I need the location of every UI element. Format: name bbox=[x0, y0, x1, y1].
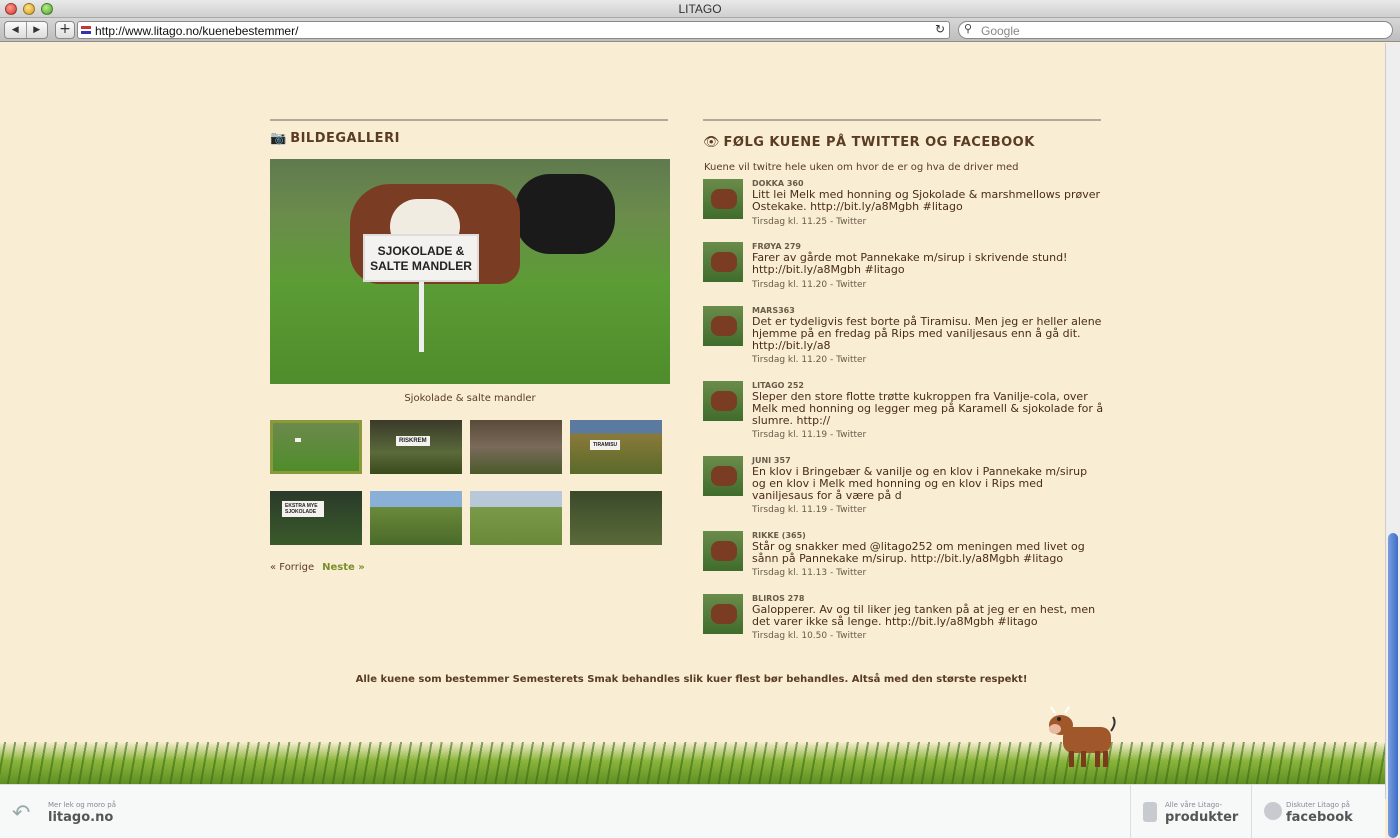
avatar bbox=[703, 456, 743, 496]
black-cow-shape bbox=[515, 174, 615, 254]
tweet-text: En klov i Bringebær & vanilje og en klov… bbox=[752, 465, 1088, 502]
gallery-thumb-5[interactable]: EKSTRA MYE SJOKOLADE bbox=[270, 491, 362, 545]
thumb-label bbox=[500, 438, 506, 442]
add-bookmark-button[interactable]: + bbox=[55, 21, 75, 39]
tweet-text: Det er tydeligvis fest borte på Tiramisu… bbox=[752, 315, 1102, 352]
respect-note: Alle kuene som bestemmer Semesterets Sma… bbox=[355, 674, 1028, 685]
tweet-text: Sleper den store flotte trøtte kukroppen… bbox=[752, 390, 1104, 427]
reload-icon[interactable]: ↻ bbox=[935, 22, 945, 36]
gallery-thumb-8[interactable] bbox=[570, 491, 662, 545]
facebook-icon bbox=[1264, 802, 1282, 820]
facebook-big-text: facebook bbox=[1286, 810, 1353, 825]
gallery-section-header: 📷 BILDEGALLERI bbox=[270, 119, 668, 146]
tweet-item: DOKKA 360 Litt lei Melk med honning og S… bbox=[703, 179, 1103, 239]
tweet-author[interactable]: LITAGO 252 bbox=[752, 381, 804, 390]
tweet-text: Litt lei Melk med honning og Sjokolade &… bbox=[752, 188, 1101, 213]
avatar bbox=[703, 381, 743, 421]
page-scrollbar[interactable] bbox=[1385, 43, 1400, 838]
tweet-author[interactable]: BLIROS 278 bbox=[752, 594, 804, 603]
tweet-meta: Tirsdag kl. 11.20 - Twitter bbox=[752, 280, 867, 290]
tweet-meta: Tirsdag kl. 11.20 - Twitter bbox=[752, 355, 867, 365]
gallery-thumb-7[interactable] bbox=[470, 491, 562, 545]
bottom-bar: ↶ Mer lek og moro på litago.no Alle våre… bbox=[0, 784, 1385, 838]
address-text: http://www.litago.no/kuenebestemmer/ bbox=[95, 24, 299, 38]
tweet-text: Står og snakker med @litago252 om mening… bbox=[752, 540, 1085, 565]
thumb-label: TIRAMISU bbox=[590, 440, 621, 450]
tweet-author[interactable]: MARS363 bbox=[752, 306, 795, 315]
social-intro: Kuene vil twitre hele uken om hvor de er… bbox=[704, 162, 1019, 173]
gallery-heading: BILDEGALLERI bbox=[290, 131, 400, 146]
gallery-thumb-2[interactable]: RISKREM bbox=[370, 420, 462, 474]
thumb-label bbox=[295, 438, 301, 442]
prev-link[interactable]: « Forrige bbox=[270, 562, 314, 573]
address-bar[interactable]: http://www.litago.no/kuenebestemmer/ ↻ bbox=[77, 21, 950, 39]
social-heading: FØLG KUENE PÅ TWITTER OG FACEBOOK bbox=[723, 135, 1035, 150]
tweet-item: JUNI 357 En klov i Bringebær & vanilje o… bbox=[703, 456, 1103, 526]
sign-post bbox=[419, 282, 424, 352]
tweet-meta: Tirsdag kl. 10.50 - Twitter bbox=[752, 631, 867, 641]
tweet-meta: Tirsdag kl. 11.25 - Twitter bbox=[752, 217, 867, 227]
camera-icon: 📷 bbox=[270, 131, 287, 146]
forward-button[interactable]: ▶ bbox=[27, 22, 48, 38]
avatar bbox=[703, 531, 743, 571]
next-link[interactable]: Neste » bbox=[322, 562, 365, 573]
flavor-sign: SJOKOLADE & SALTE MANDLER bbox=[363, 234, 479, 282]
window-title: LITAGO bbox=[678, 2, 722, 16]
thumb-label bbox=[400, 509, 406, 513]
tweet-item: LITAGO 252 Sleper den store flotte trøtt… bbox=[703, 381, 1103, 451]
back-button[interactable]: ◀ bbox=[5, 22, 27, 38]
gallery-thumb-1[interactable] bbox=[270, 420, 362, 474]
search-placeholder: Google bbox=[981, 24, 1020, 38]
products-link[interactable]: Alle våre Litago- produkter bbox=[1130, 785, 1250, 838]
products-small-text: Alle våre Litago- bbox=[1165, 801, 1223, 809]
search-icon: ⚲ bbox=[964, 22, 973, 35]
tweet-item: RIKKE (365) Står og snakker med @litago2… bbox=[703, 531, 1103, 591]
tweet-author[interactable]: JUNI 357 bbox=[752, 456, 791, 465]
gallery-thumb-3[interactable] bbox=[470, 420, 562, 474]
thumb-label bbox=[600, 509, 606, 513]
tweet-text: Farer av gårde mot Pannekake m/sirup i s… bbox=[752, 251, 1068, 276]
gallery-main-image[interactable]: SJOKOLADE & SALTE MANDLER bbox=[270, 159, 670, 384]
left-big-text: litago.no bbox=[48, 810, 114, 825]
products-big-text: produkter bbox=[1165, 810, 1239, 825]
nav-buttons: ◀ ▶ bbox=[4, 21, 48, 39]
browser-toolbar: ◀ ▶ + http://www.litago.no/kuenebestemme… bbox=[0, 18, 1400, 42]
cow-mascot-icon bbox=[1049, 706, 1116, 767]
grass-strip bbox=[0, 742, 1385, 784]
eye-icon: 👁 bbox=[703, 135, 720, 150]
thumb-label bbox=[500, 509, 506, 513]
tweet-item: BLIROS 278 Galopperer. Av og til liker j… bbox=[703, 594, 1103, 654]
window-titlebar: LITAGO bbox=[0, 0, 1400, 18]
tweet-meta: Tirsdag kl. 11.19 - Twitter bbox=[752, 505, 867, 515]
avatar bbox=[703, 306, 743, 346]
facebook-small-text: Diskuter Litago på bbox=[1286, 801, 1350, 809]
gallery-thumb-6[interactable] bbox=[370, 491, 462, 545]
tweet-item: MARS363 Det er tydeligvis fest borte på … bbox=[703, 306, 1103, 376]
gallery-caption: Sjokolade & salte mandler bbox=[404, 393, 536, 404]
return-arrow-icon: ↶ bbox=[12, 801, 31, 826]
tweet-meta: Tirsdag kl. 11.19 - Twitter bbox=[752, 430, 867, 440]
avatar bbox=[703, 179, 743, 219]
gallery-pager: « Forrige Neste » bbox=[270, 562, 365, 573]
tweet-meta: Tirsdag kl. 11.13 - Twitter bbox=[752, 568, 867, 578]
tweet-author[interactable]: FRØYA 279 bbox=[752, 242, 801, 251]
left-small-text: Mer lek og moro på bbox=[48, 801, 116, 809]
scrollbar-thumb[interactable] bbox=[1388, 533, 1398, 838]
tweet-author[interactable]: DOKKA 360 bbox=[752, 179, 804, 188]
tweet-text: Galopperer. Av og til liker jeg tanken p… bbox=[752, 603, 1096, 628]
thumb-label: RISKREM bbox=[396, 436, 430, 446]
tweet-item: FRØYA 279 Farer av gårde mot Pannekake m… bbox=[703, 242, 1103, 302]
facebook-link[interactable]: Diskuter Litago på facebook bbox=[1251, 785, 1385, 838]
social-section-header: 👁 FØLG KUENE PÅ TWITTER OG FACEBOOK bbox=[703, 119, 1101, 150]
milk-carton-icon bbox=[1143, 802, 1157, 822]
gallery-thumb-4[interactable]: TIRAMISU bbox=[570, 420, 662, 474]
search-field[interactable]: ⚲ Google bbox=[958, 21, 1393, 39]
site-favicon-icon bbox=[81, 26, 91, 34]
avatar bbox=[703, 242, 743, 282]
tweet-author[interactable]: RIKKE (365) bbox=[752, 531, 806, 540]
thumb-label: EKSTRA MYE SJOKOLADE bbox=[282, 501, 324, 517]
avatar bbox=[703, 594, 743, 634]
